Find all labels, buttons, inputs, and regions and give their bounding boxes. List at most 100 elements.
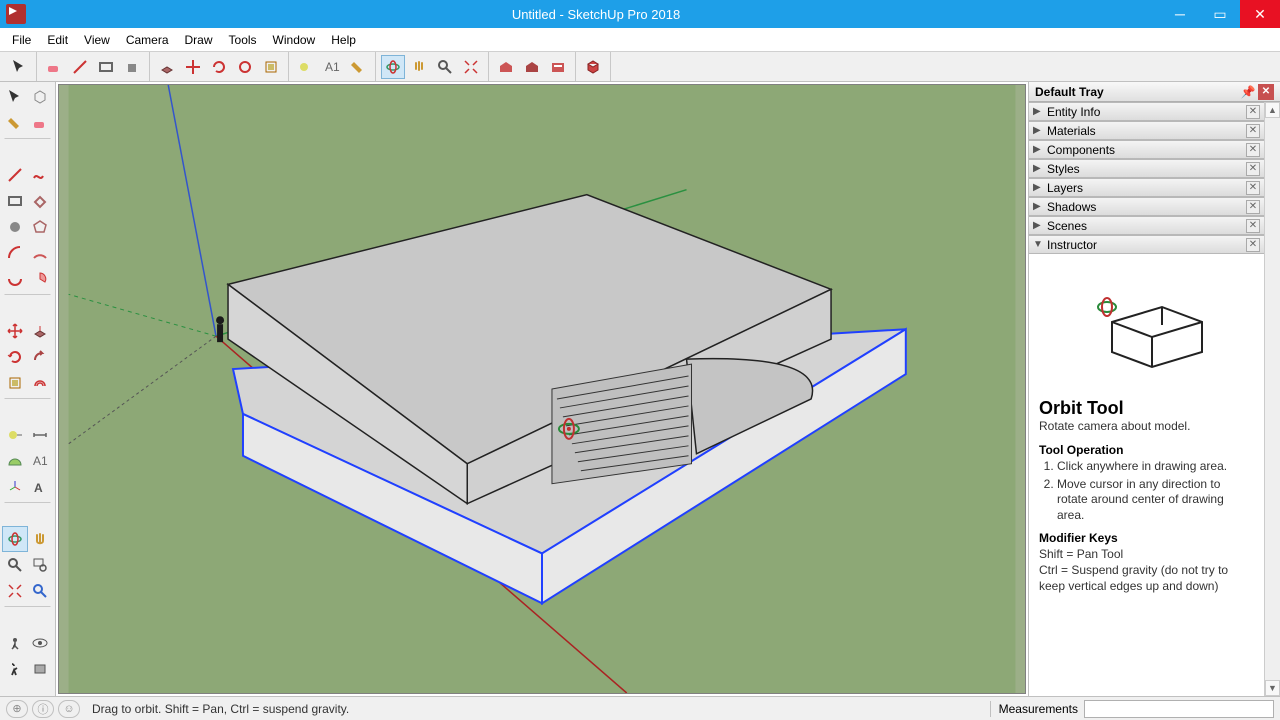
rotate-top[interactable] — [207, 55, 231, 79]
line-tool[interactable] — [2, 162, 28, 188]
menu-file[interactable]: File — [4, 31, 39, 49]
previous-view[interactable] — [28, 578, 54, 604]
dimension-tool[interactable] — [28, 422, 54, 448]
offset-tool[interactable] — [28, 370, 54, 396]
close-icon[interactable]: ✕ — [1246, 238, 1260, 252]
select-tool-top[interactable] — [7, 55, 31, 79]
scale-tool[interactable] — [2, 370, 28, 396]
scroll-down-icon[interactable]: ▼ — [1265, 680, 1280, 696]
scroll-up-icon[interactable]: ▲ — [1265, 102, 1280, 118]
2pt-arc[interactable] — [28, 240, 54, 266]
viewport-3d[interactable] — [58, 84, 1026, 694]
close-icon[interactable]: ✕ — [1246, 181, 1260, 195]
menu-camera[interactable]: Camera — [118, 31, 177, 49]
rot-rectangle[interactable] — [28, 188, 54, 214]
pan-top[interactable] — [407, 55, 431, 79]
menu-edit[interactable]: Edit — [39, 31, 76, 49]
extension-top[interactable] — [581, 55, 605, 79]
top-toolbar: A1 — [0, 52, 1280, 82]
tray-pin-icon[interactable]: 📌 — [1240, 84, 1256, 100]
maximize-button[interactable]: ▭ — [1200, 0, 1240, 28]
look-around[interactable] — [28, 630, 54, 656]
geo-icon[interactable]: ⊕ — [6, 700, 28, 718]
close-icon[interactable]: ✕ — [1246, 124, 1260, 138]
svg-text:A1: A1 — [325, 60, 340, 74]
menu-tools[interactable]: Tools — [221, 31, 265, 49]
panel-layers[interactable]: ▶Layers✕ — [1029, 178, 1264, 197]
rectangle-top[interactable] — [94, 55, 118, 79]
orbit-tool[interactable] — [2, 526, 28, 552]
eraser-top[interactable] — [42, 55, 66, 79]
protractor-tool[interactable] — [2, 448, 28, 474]
status-hint: Drag to orbit. Shift = Pan, Ctrl = suspe… — [84, 702, 982, 716]
menu-window[interactable]: Window — [265, 31, 324, 49]
line-top[interactable] — [68, 55, 92, 79]
circle-tool[interactable] — [2, 214, 28, 240]
close-icon[interactable]: ✕ — [1246, 105, 1260, 119]
panel-shadows[interactable]: ▶Shadows✕ — [1029, 197, 1264, 216]
tray-title: Default Tray — [1035, 85, 1104, 99]
tape-top[interactable] — [294, 55, 318, 79]
pushpull-top[interactable] — [155, 55, 179, 79]
polygon-tool[interactable] — [28, 214, 54, 240]
offset-top[interactable] — [259, 55, 283, 79]
walk-tool[interactable] — [2, 656, 28, 682]
move-top[interactable] — [181, 55, 205, 79]
text-top[interactable]: A1 — [320, 55, 344, 79]
tray-scrollbar[interactable]: ▲ ▼ — [1264, 102, 1280, 696]
warehouse-2[interactable] — [520, 55, 544, 79]
minimize-button[interactable]: ─ — [1160, 0, 1200, 28]
paint-bucket[interactable] — [2, 110, 28, 136]
3d-text[interactable]: A — [28, 474, 54, 500]
position-camera[interactable] — [2, 630, 28, 656]
close-icon[interactable]: ✕ — [1246, 162, 1260, 176]
zoom-extents-top[interactable] — [459, 55, 483, 79]
panel-entity-info[interactable]: ▶Entity Info✕ — [1029, 102, 1264, 121]
menu-draw[interactable]: Draw — [177, 31, 221, 49]
left-toolbar: A1 A — [0, 82, 56, 696]
pie-tool[interactable] — [28, 266, 54, 292]
scale-top[interactable] — [233, 55, 257, 79]
pushpull-tool[interactable] — [28, 318, 54, 344]
followme-tool[interactable] — [28, 344, 54, 370]
text-tool[interactable]: A1 — [28, 448, 54, 474]
zoom-window[interactable] — [28, 552, 54, 578]
close-icon[interactable]: ✕ — [1246, 143, 1260, 157]
close-button[interactable]: ✕ — [1240, 0, 1280, 28]
shapes-top[interactable] — [120, 55, 144, 79]
tape-measure[interactable] — [2, 422, 28, 448]
axes-tool[interactable] — [2, 474, 28, 500]
menu-view[interactable]: View — [76, 31, 118, 49]
warehouse-1[interactable] — [494, 55, 518, 79]
move-tool[interactable] — [2, 318, 28, 344]
window-title: Untitled - SketchUp Pro 2018 — [32, 7, 1160, 22]
panel-styles[interactable]: ▶Styles✕ — [1029, 159, 1264, 178]
credits-icon[interactable]: ⓘ — [32, 700, 54, 718]
arc-tool[interactable] — [2, 240, 28, 266]
panel-materials[interactable]: ▶Materials✕ — [1029, 121, 1264, 140]
panel-scenes[interactable]: ▶Scenes✕ — [1029, 216, 1264, 235]
paint-top[interactable] — [346, 55, 370, 79]
zoom-extents[interactable] — [2, 578, 28, 604]
orbit-top[interactable] — [381, 55, 405, 79]
measurements-input[interactable] — [1084, 700, 1274, 718]
profile-icon[interactable]: ☺ — [58, 700, 80, 718]
close-icon[interactable]: ✕ — [1246, 219, 1260, 233]
menu-help[interactable]: Help — [323, 31, 364, 49]
tray-close-icon[interactable]: ✕ — [1258, 84, 1274, 100]
section-plane[interactable] — [28, 656, 54, 682]
close-icon[interactable]: ✕ — [1246, 200, 1260, 214]
zoom-top[interactable] — [433, 55, 457, 79]
zoom-tool[interactable] — [2, 552, 28, 578]
rectangle-tool[interactable] — [2, 188, 28, 214]
select-tool[interactable] — [2, 84, 28, 110]
panel-instructor[interactable]: ▼Instructor✕ — [1029, 235, 1264, 254]
freehand-tool[interactable] — [28, 162, 54, 188]
warehouse-3[interactable] — [546, 55, 570, 79]
3pt-arc[interactable] — [2, 266, 28, 292]
panel-components[interactable]: ▶Components✕ — [1029, 140, 1264, 159]
eraser-tool[interactable] — [28, 110, 54, 136]
rotate-tool[interactable] — [2, 344, 28, 370]
pan-tool[interactable] — [28, 526, 54, 552]
make-component[interactable] — [28, 84, 54, 110]
